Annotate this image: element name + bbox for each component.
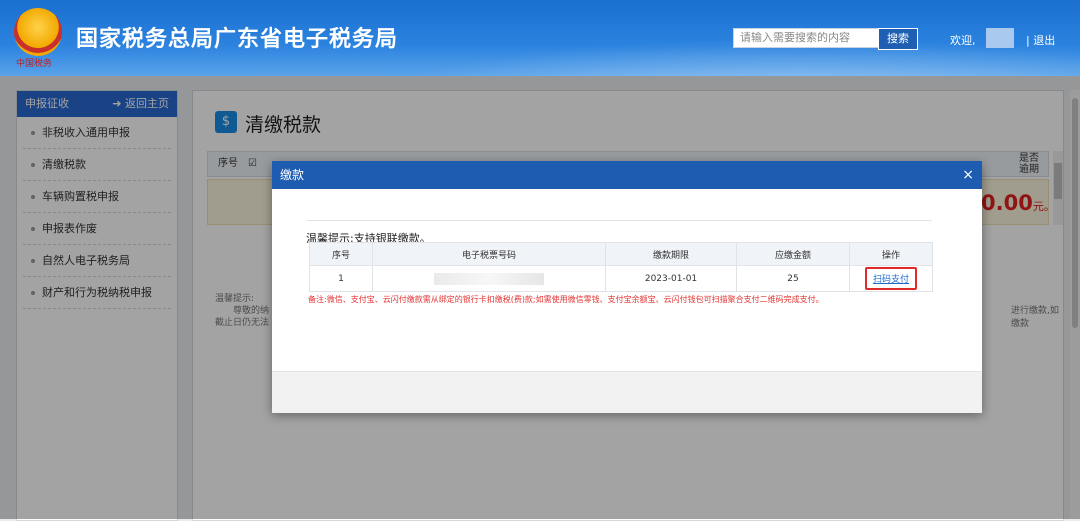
row-amount: 25 bbox=[736, 265, 850, 292]
tax-emblem-icon bbox=[14, 8, 62, 56]
modal-header: 缴款 × bbox=[272, 161, 982, 189]
row-seq: 1 bbox=[309, 265, 373, 292]
remark-text: 备注:微信、支付宝、云闪付缴款需从绑定的银行卡扣缴税(费)款;如需使用微信零钱、… bbox=[308, 295, 824, 304]
col-deadline: 缴款期限 bbox=[605, 242, 737, 266]
col-seq: 序号 bbox=[309, 242, 373, 266]
table-row: 1 2023-01-01 25 扫码支付 bbox=[309, 265, 933, 292]
top-header: 中国税务 国家税务总局广东省电子税务局 请输入需要搜索的内容 搜索 欢迎, | … bbox=[0, 0, 1080, 76]
username-masked bbox=[986, 28, 1014, 48]
ticket-masked bbox=[434, 272, 544, 285]
scan-pay-link[interactable]: 扫码支付 bbox=[873, 275, 909, 285]
highlight-box: 扫码支付 bbox=[864, 267, 917, 290]
payment-table: 序号 电子税票号码 缴款期限 应缴金额 操作 1 2023-01-01 25 扫… bbox=[309, 242, 933, 292]
close-icon[interactable]: × bbox=[962, 161, 974, 189]
col-ticket: 电子税票号码 bbox=[372, 242, 606, 266]
modal-footer bbox=[272, 371, 982, 413]
divider bbox=[306, 220, 932, 221]
search-button[interactable]: 搜索 bbox=[878, 28, 918, 50]
row-ticket bbox=[372, 265, 606, 292]
col-amount: 应缴金额 bbox=[736, 242, 850, 266]
payment-modal: 缴款 × 温馨提示:支持银联缴款。 序号 电子税票号码 缴款期限 应缴金额 操作… bbox=[272, 161, 982, 413]
search-input[interactable]: 请输入需要搜索的内容 bbox=[733, 28, 885, 48]
row-deadline: 2023-01-01 bbox=[605, 265, 737, 292]
col-action: 操作 bbox=[849, 242, 933, 266]
modal-title: 缴款 bbox=[280, 168, 305, 182]
logout-link[interactable]: | 退出 bbox=[1026, 32, 1055, 48]
site-title: 国家税务总局广东省电子税务局 bbox=[76, 27, 399, 52]
row-action: 扫码支付 bbox=[849, 265, 933, 292]
emblem-caption: 中国税务 bbox=[16, 59, 53, 69]
welcome-text: 欢迎, bbox=[950, 34, 976, 47]
